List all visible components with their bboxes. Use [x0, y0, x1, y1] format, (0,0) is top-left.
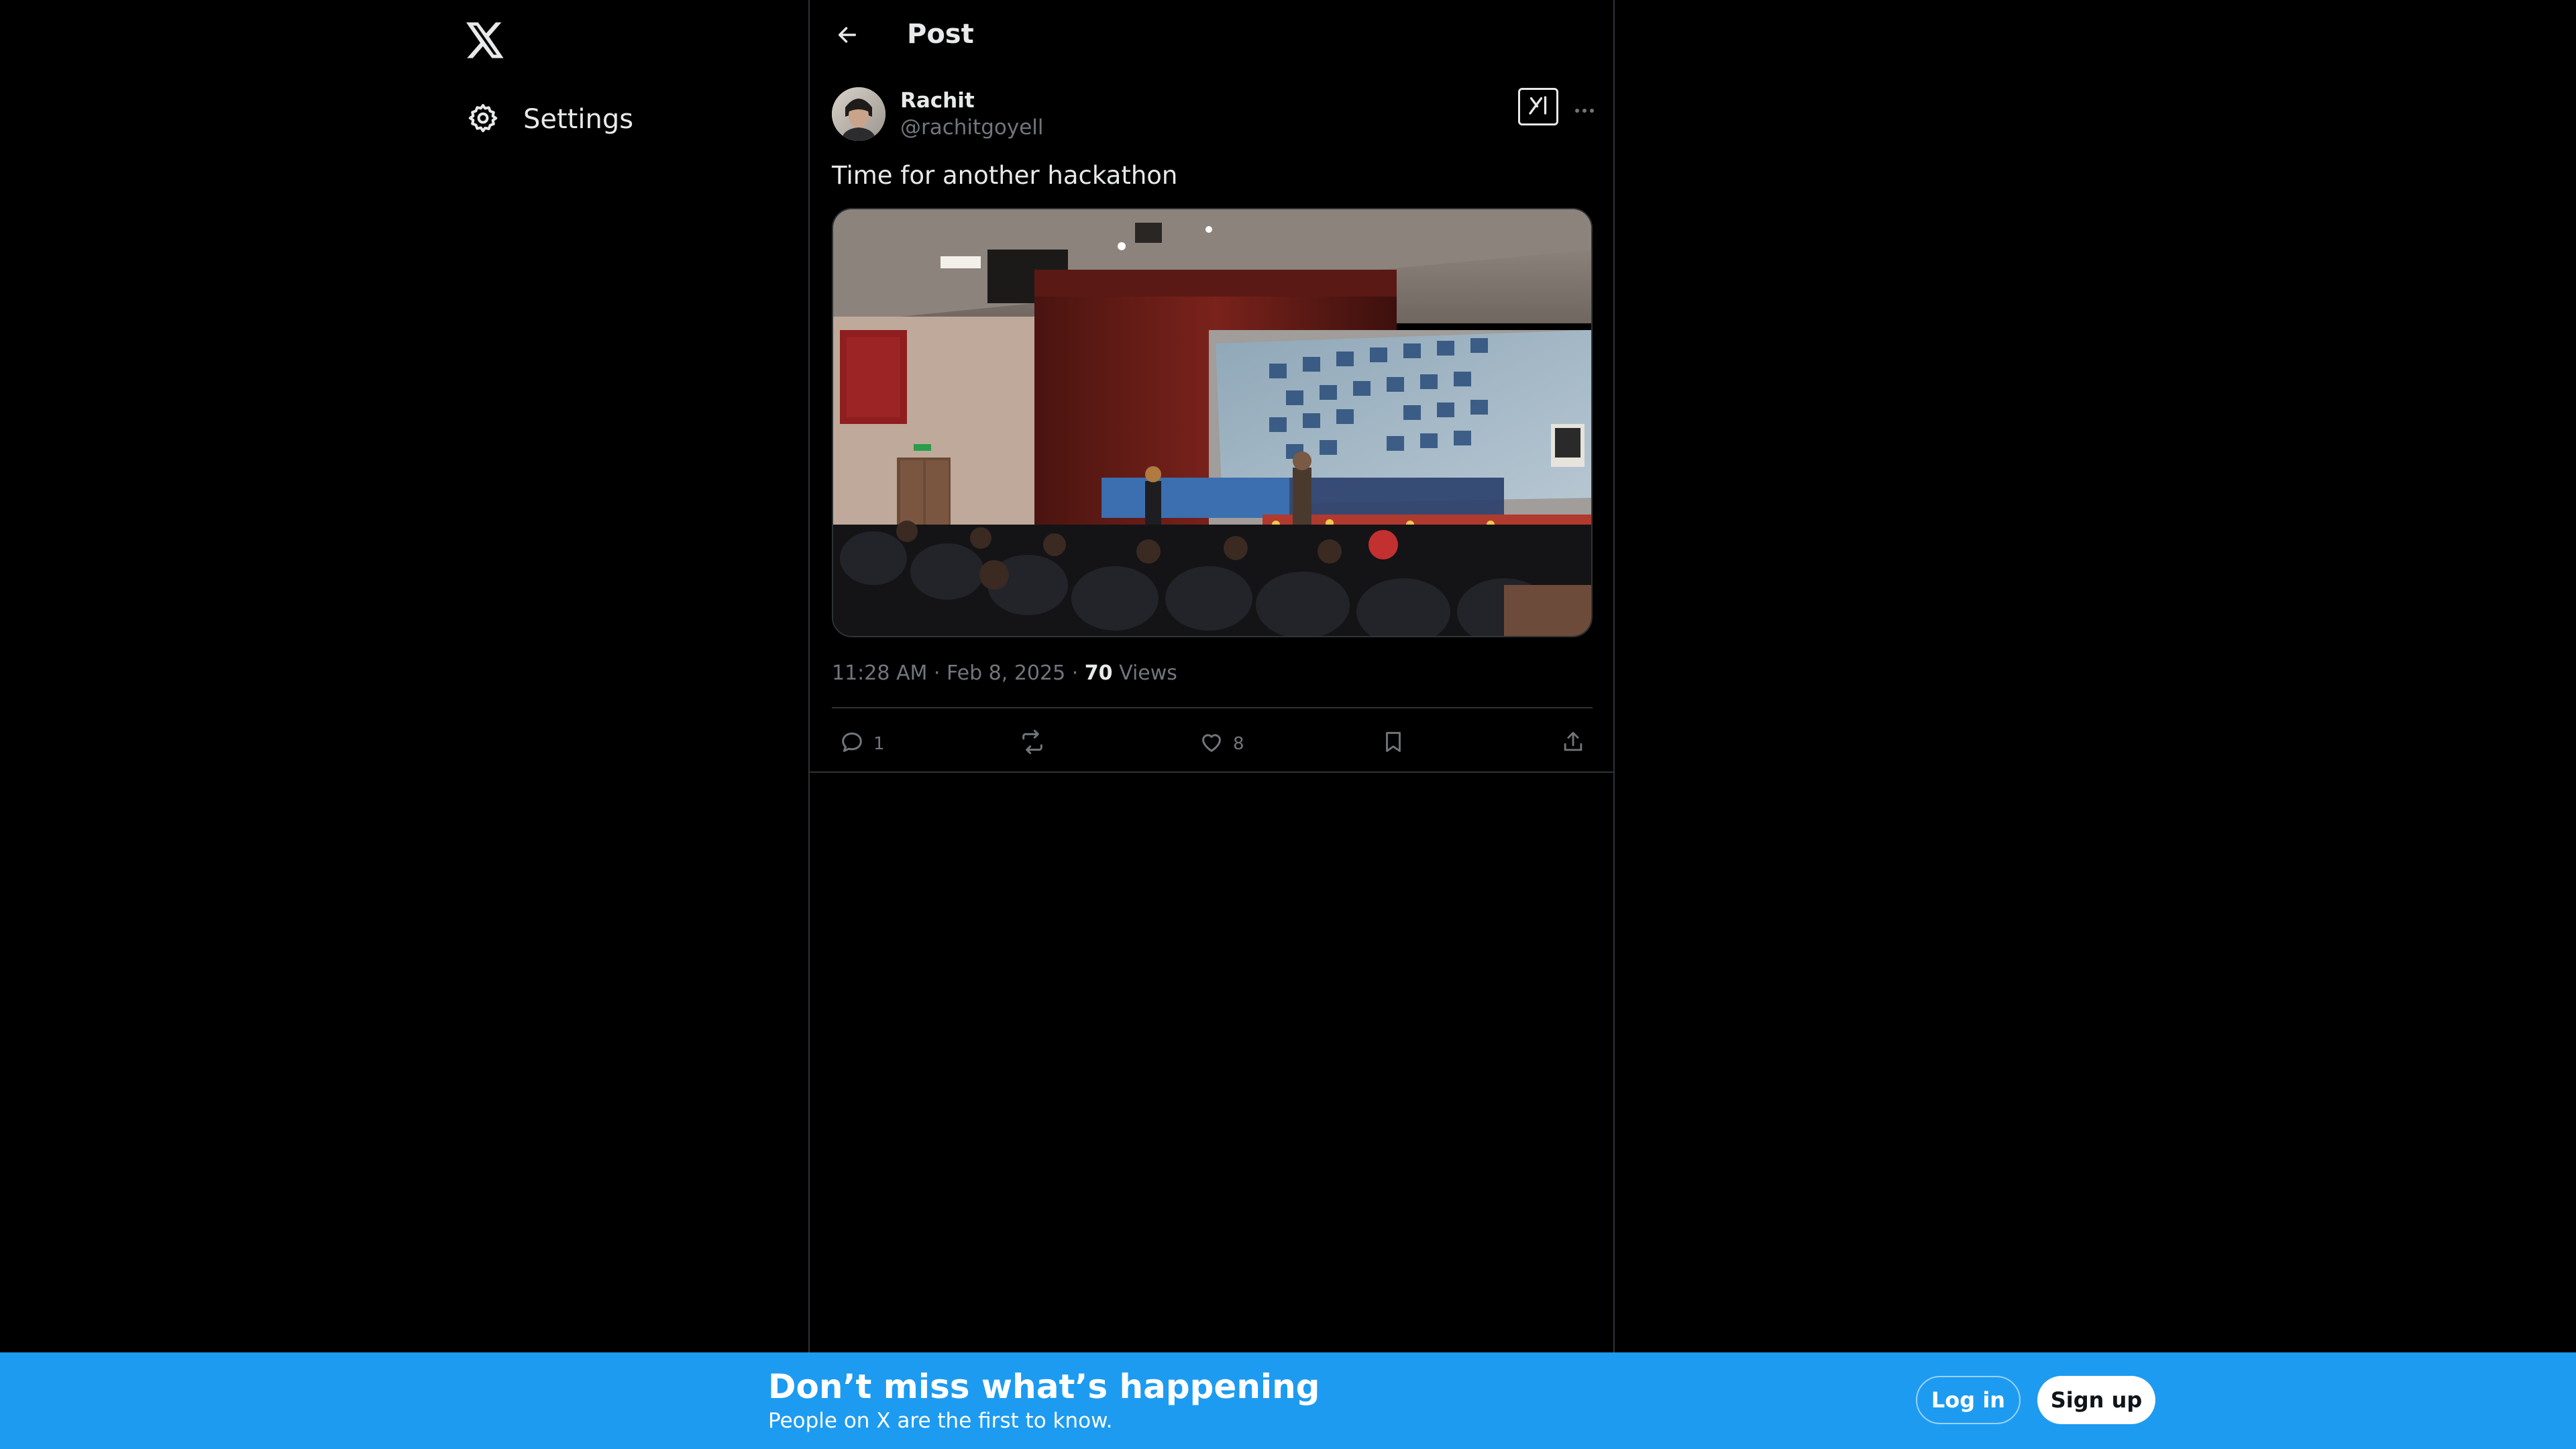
reply-button[interactable]: 1	[839, 720, 885, 767]
back-button[interactable]	[828, 17, 866, 55]
hackathon-auditorium-photo	[833, 209, 1591, 636]
post-media[interactable]	[832, 208, 1593, 637]
signup-button[interactable]: Sign up	[2037, 1376, 2155, 1424]
left-sidebar: Settings	[458, 0, 806, 1342]
retweet-button[interactable]	[1018, 720, 1055, 767]
share-button[interactable]	[1560, 720, 1586, 767]
more-options-button[interactable]	[1570, 93, 1599, 119]
signup-banner: Don’t miss what’s happening People on X …	[0, 1352, 2576, 1449]
banner-title: Don’t miss what’s happening	[768, 1367, 1320, 1406]
author-handle[interactable]: @rachitgoyell	[900, 115, 1044, 140]
reply-count: 1	[873, 734, 885, 754]
views-label: Views	[1119, 661, 1177, 685]
grok-button[interactable]	[1518, 88, 1558, 125]
gear-icon	[467, 102, 499, 137]
bookmark-icon	[1381, 729, 1406, 760]
page-title: Post	[907, 19, 974, 50]
post-text: Time for another hackathon	[832, 161, 1178, 190]
like-button[interactable]: 8	[1198, 720, 1244, 767]
more-horizontal-icon	[1574, 93, 1595, 119]
header: Post	[810, 0, 1613, 71]
banner-subtitle: People on X are the first to know.	[768, 1409, 1113, 1433]
views-count: 70	[1084, 661, 1113, 685]
like-count: 8	[1233, 734, 1244, 754]
divider	[832, 707, 1593, 708]
post-timestamp[interactable]: 11:28 AM · Feb 8, 2025 ·	[832, 661, 1085, 685]
reply-icon	[839, 729, 865, 760]
author-name[interactable]: Rachit	[900, 89, 975, 113]
avatar[interactable]	[832, 87, 885, 141]
share-icon	[1560, 729, 1586, 760]
sidebar-item-settings[interactable]: Settings	[458, 93, 643, 146]
arrow-left-icon	[836, 23, 859, 49]
retweet-icon	[1018, 729, 1046, 760]
heart-icon	[1198, 729, 1225, 760]
grok-icon	[1526, 93, 1550, 120]
main-column: Post Rachit @rachitgoyell Time for anoth…	[808, 0, 1615, 1355]
post-meta: 11:28 AM · Feb 8, 2025 · 70 Views	[832, 661, 1177, 685]
post-actions: 1 8	[832, 720, 1593, 767]
sidebar-item-label: Settings	[523, 104, 634, 135]
x-logo-icon[interactable]	[458, 12, 514, 68]
bookmark-button[interactable]	[1381, 720, 1406, 767]
login-button[interactable]: Log in	[1916, 1376, 2021, 1424]
divider	[810, 771, 1613, 773]
